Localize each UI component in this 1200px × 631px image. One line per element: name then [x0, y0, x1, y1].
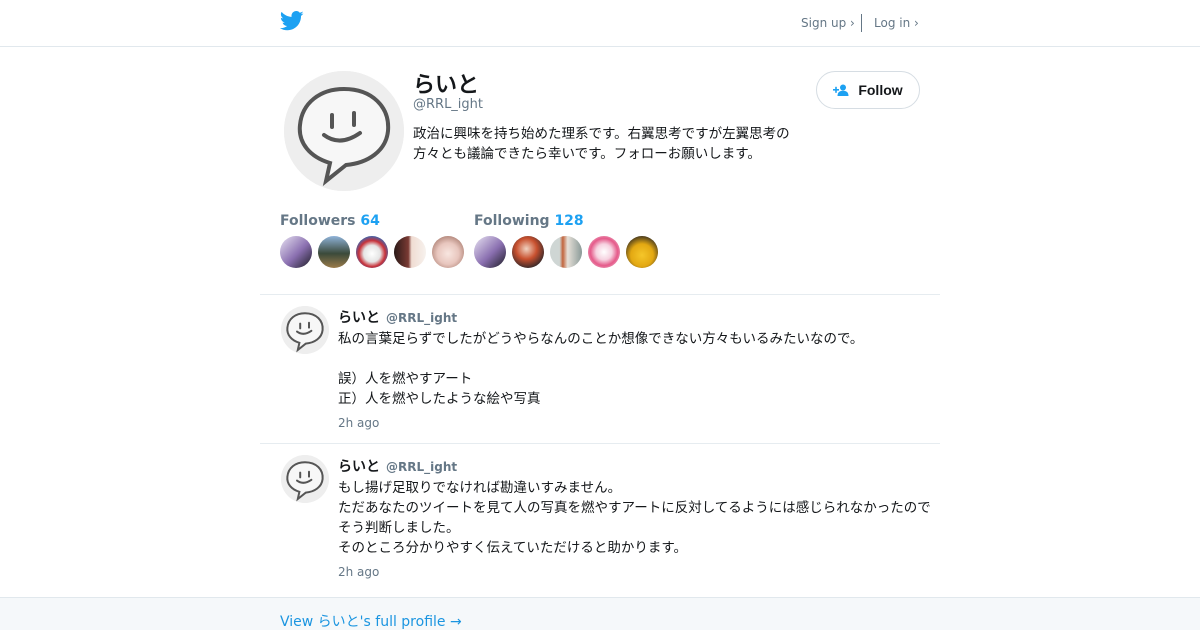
following-count: 128: [554, 213, 584, 229]
followers-avatar-list: [280, 236, 464, 268]
tweet-author-handle: @RRL_ight: [386, 460, 458, 474]
following-avatar[interactable]: [588, 236, 620, 268]
follower-avatar[interactable]: [394, 236, 426, 268]
following-avatar[interactable]: [474, 236, 506, 268]
profile-handle: @RRL_ight: [413, 97, 484, 112]
section-divider: [260, 294, 940, 295]
tweet-timestamp[interactable]: 2h ago: [338, 565, 379, 579]
speech-bubble-face-icon: [281, 306, 329, 354]
tweet-text: 私の言葉足らずでしたがどうやらなんのことか想像できない方々もいるみたいなので。 …: [338, 331, 864, 407]
top-bar: Sign up › Log in ›: [0, 0, 1200, 47]
profile-name: らいと: [413, 73, 480, 98]
following-avatar[interactable]: [626, 236, 658, 268]
add-user-icon: [833, 84, 849, 96]
profile-avatar[interactable]: [284, 71, 404, 191]
tweet-author-name: らいと: [338, 310, 380, 326]
followers-label: Followers: [280, 213, 356, 229]
followers-stat[interactable]: Followers 64: [280, 213, 380, 229]
tweet-text: もし揚げ足取りでなければ勘違いすみません。 ただあなたのツイートを見て人の写真を…: [338, 480, 931, 556]
follower-avatar[interactable]: [356, 236, 388, 268]
tweet-author[interactable]: らいと @RRL_ight: [338, 456, 457, 476]
footer: View らいと's full profile →: [0, 597, 1200, 630]
view-full-profile-link[interactable]: View らいと's full profile →: [280, 611, 462, 631]
tweet-author-avatar[interactable]: [281, 455, 329, 503]
tweet-author[interactable]: らいと @RRL_ight: [338, 307, 457, 327]
following-avatar-list: [474, 236, 658, 268]
speech-bubble-face-icon: [281, 455, 329, 503]
twitter-bird-icon[interactable]: [280, 11, 304, 31]
following-stat[interactable]: Following 128: [474, 213, 584, 229]
follower-avatar[interactable]: [280, 236, 312, 268]
following-avatar[interactable]: [550, 236, 582, 268]
following-avatar[interactable]: [512, 236, 544, 268]
nav-divider: [861, 14, 862, 32]
follow-button-label: Follow: [858, 82, 903, 98]
tweet-divider: [260, 443, 940, 444]
login-link[interactable]: Log in ›: [874, 16, 919, 30]
tweet-author-handle: @RRL_ight: [386, 311, 458, 325]
tweet-author-avatar[interactable]: [281, 306, 329, 354]
following-label: Following: [474, 213, 550, 229]
follow-button[interactable]: Follow: [816, 71, 920, 109]
speech-bubble-face-icon: [284, 71, 404, 191]
follower-avatar[interactable]: [432, 236, 464, 268]
profile-bio: 政治に興味を持ち始めた理系です。右翼思考ですが左翼思考の方々とも議論できたら幸い…: [413, 126, 790, 162]
tweet-author-name: らいと: [338, 459, 380, 475]
tweet-timestamp[interactable]: 2h ago: [338, 416, 379, 430]
signup-link[interactable]: Sign up ›: [801, 16, 855, 30]
follower-avatar[interactable]: [318, 236, 350, 268]
followers-count: 64: [360, 213, 380, 229]
